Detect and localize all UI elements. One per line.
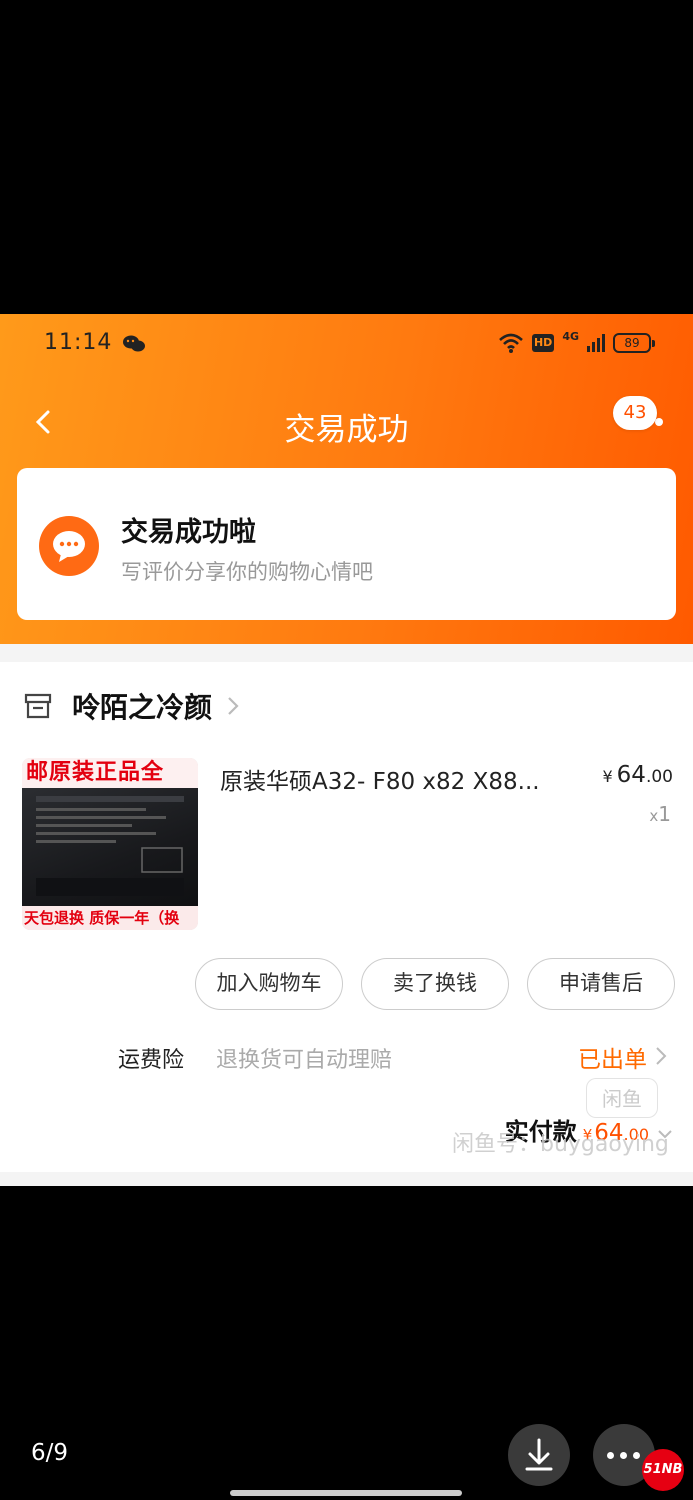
product-price: ¥64.00: [602, 762, 673, 788]
watermark-text: 闲鱼号：buygaoying: [452, 1132, 669, 1157]
header-background: 11:14 HD 4G 89 交易成功 43 交易成功啦 写评价分享你的购物心情…: [0, 314, 693, 644]
wechat-icon: [123, 335, 145, 352]
success-title: 交易成功啦: [121, 517, 256, 548]
download-icon: [525, 1438, 553, 1471]
chevron-right-icon: [228, 697, 239, 715]
product-thumbnail[interactable]: 邮原装正品全 天包退换 质保一年（换: [22, 758, 198, 930]
status-time: 11:14: [44, 330, 113, 355]
insurance-label: 运费险: [118, 1048, 185, 1073]
product-quantity: x1: [649, 802, 671, 826]
success-subtitle: 写评价分享你的购物心情吧: [121, 560, 373, 584]
battery-icon: 89: [613, 333, 655, 353]
site-logo: 51NB: [642, 1449, 684, 1491]
home-indicator: [230, 1490, 462, 1496]
screenshot-content: 11:14 HD 4G 89 交易成功 43 交易成功啦 写评价分享你的购物心情…: [0, 314, 693, 1186]
product-name[interactable]: 原装华硕A32- F80 x82 X88...: [220, 762, 570, 796]
signal-icon: [587, 334, 605, 352]
chevron-right-icon: [656, 1047, 667, 1065]
insurance-status: 已出单: [578, 1047, 647, 1073]
more-dots-icon: [607, 1452, 614, 1459]
thumbnail-banner-text: 邮原装正品全: [22, 758, 198, 788]
hd-icon: HD: [531, 334, 555, 352]
status-bar: 11:14 HD 4G 89: [0, 328, 693, 362]
shop-name: 呤陌之冷颜: [72, 691, 213, 724]
thumbnail-footer-text: 天包退换 质保一年（换: [22, 906, 198, 930]
chat-bubble-icon: [39, 516, 99, 576]
wifi-icon: [499, 333, 523, 353]
battery-product-image: [22, 788, 198, 906]
order-actions: 加入购物车 卖了换钱 申请售后: [195, 958, 675, 1010]
more-menu-button[interactable]: 43: [613, 396, 665, 434]
resell-button[interactable]: 卖了换钱: [361, 958, 509, 1010]
shipping-insurance-row[interactable]: 运费险 退换货可自动理赔 已出单: [0, 1038, 693, 1080]
navigation-bar: 交易成功 43: [0, 394, 693, 450]
store-icon: [24, 693, 52, 719]
download-button[interactable]: [508, 1424, 570, 1486]
page-title: 交易成功: [284, 412, 409, 448]
notification-badge: 43: [613, 396, 657, 430]
status-icons: HD 4G 89: [498, 330, 655, 354]
network-4g-label: 4G: [562, 330, 579, 343]
success-card[interactable]: 交易成功啦 写评价分享你的购物心情吧: [17, 468, 676, 620]
add-to-cart-button[interactable]: 加入购物车: [195, 958, 343, 1010]
page-indicator: 6/9: [31, 1440, 69, 1466]
shop-row[interactable]: 呤陌之冷颜: [24, 686, 240, 726]
insurance-description: 退换货可自动理赔: [216, 1048, 393, 1073]
after-sale-button[interactable]: 申请售后: [527, 958, 675, 1010]
watermark-logo: 闲鱼: [586, 1078, 658, 1118]
